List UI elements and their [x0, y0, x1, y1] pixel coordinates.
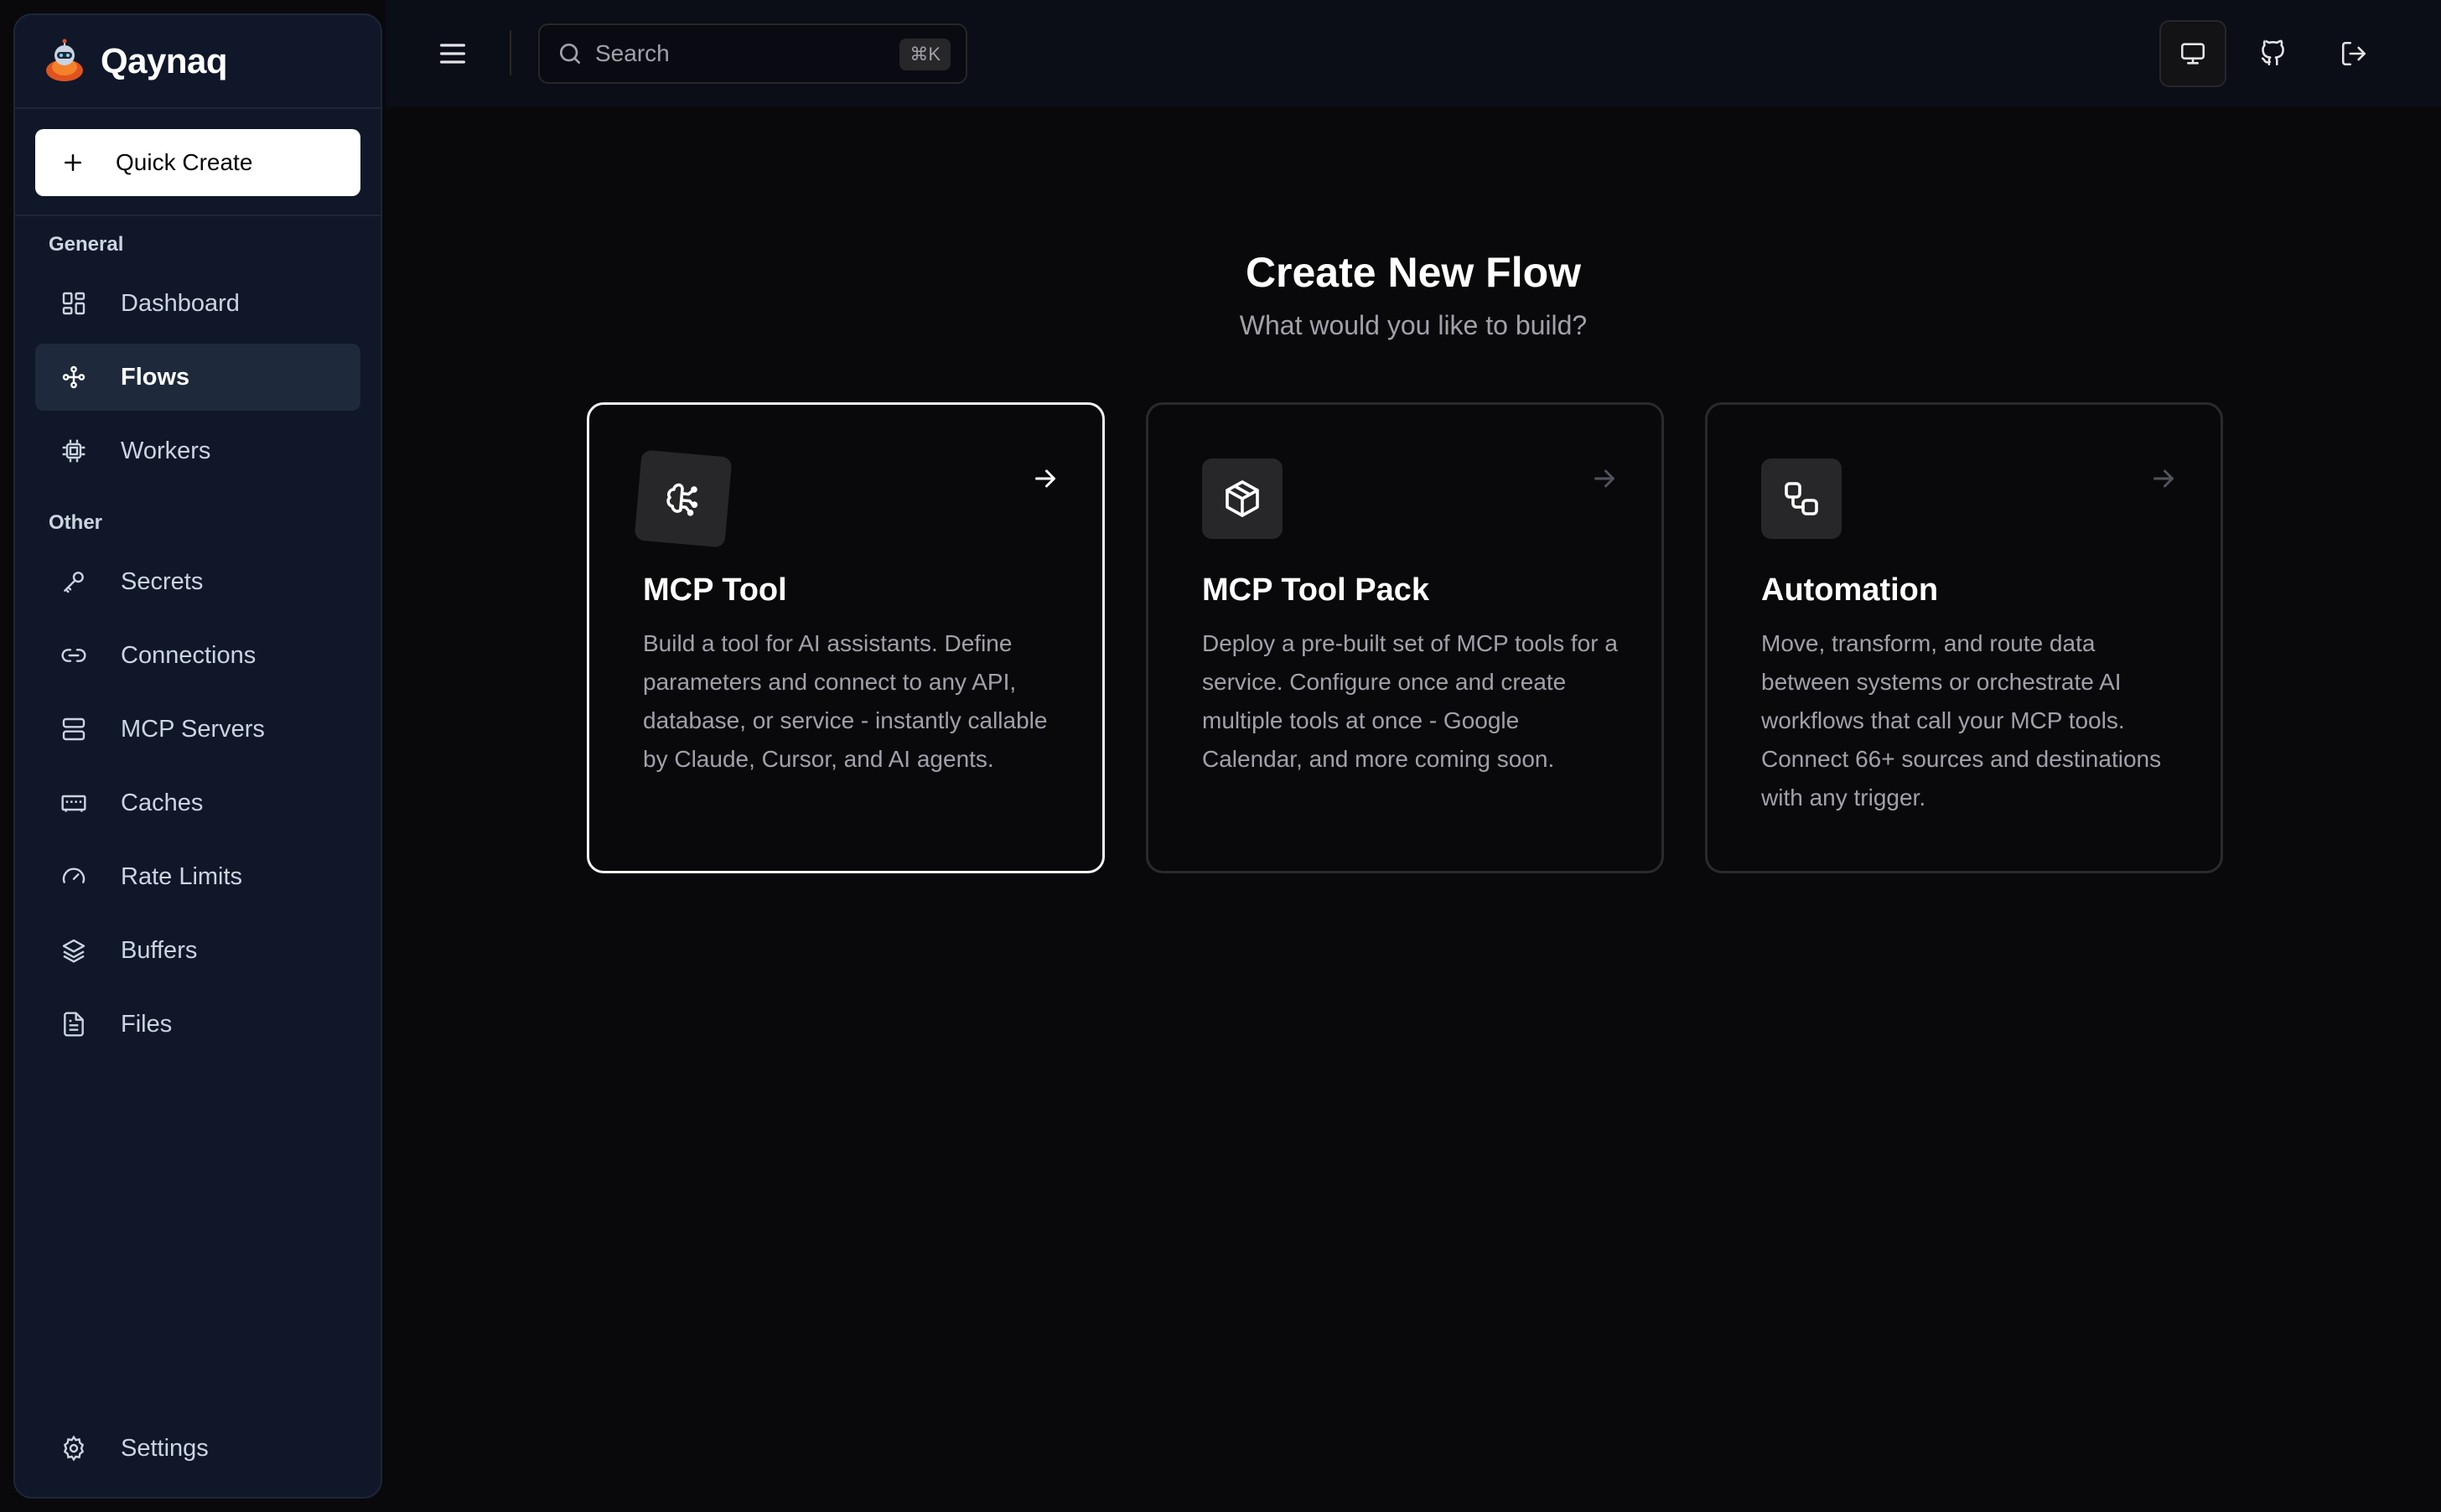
layers-icon: [62, 939, 86, 963]
search-icon: [560, 44, 580, 64]
memory-icon: [61, 795, 86, 812]
sidebar-item-label: Flows: [121, 363, 190, 391]
search-input[interactable]: Search ⌘K: [538, 23, 967, 84]
key-icon: [64, 572, 84, 593]
card-title: MCP Tool: [643, 572, 787, 608]
card-mcp-tool[interactable]: MCP Tool Build a tool for AI assistants.…: [587, 402, 1105, 873]
arrow-right-icon: [1035, 469, 1055, 488]
page-subtitle: What would you like to build?: [1239, 310, 1588, 340]
sidebar-item-label: Buffers: [121, 936, 198, 964]
card-title: MCP Tool Pack: [1202, 572, 1429, 608]
quick-create-label: Quick Create: [116, 149, 253, 175]
logout-button[interactable]: [2320, 20, 2387, 87]
brain-icon: [666, 483, 698, 516]
workflow-icon: [1785, 482, 1818, 515]
sidebar-item-connections[interactable]: Connections: [35, 622, 360, 689]
group-label-other: Other: [49, 511, 103, 534]
card-description: Build a tool for AI assistants. Define p…: [643, 630, 1048, 772]
brand-name: Qaynaq: [101, 41, 228, 80]
card-icon-tile: [634, 449, 733, 548]
gear-icon: [63, 1435, 85, 1462]
card-icon-tile: [1202, 458, 1283, 539]
sidebar-item-label: Secrets: [121, 567, 204, 595]
card-description: Deploy a pre-built set of MCP tools for …: [1202, 630, 1618, 772]
sidebar-item-workers[interactable]: Workers: [35, 417, 360, 484]
sidebar-item-dashboard[interactable]: Dashboard: [35, 270, 360, 337]
link-icon: [61, 649, 86, 662]
card-description: Move, transform, and route data between …: [1761, 630, 2162, 810]
logout-icon: [2341, 41, 2366, 66]
theme-toggle-button[interactable]: [2159, 20, 2226, 87]
sidebar-item-mcp-servers[interactable]: MCP Servers: [35, 696, 360, 763]
top-bar: Search ⌘K: [386, 0, 2441, 107]
server-icon: [62, 717, 86, 741]
page-title: Create New Flow: [1245, 249, 1582, 296]
sidebar-item-buffers[interactable]: Buffers: [35, 917, 360, 984]
flows-icon: [62, 365, 86, 389]
card-title: Automation: [1761, 572, 1939, 608]
card-automation[interactable]: Automation Move, transform, and route da…: [1705, 402, 2223, 873]
sidebar-item-settings[interactable]: Settings: [35, 1415, 360, 1482]
search-placeholder: Search: [595, 40, 670, 66]
sidebar-item-label: Settings: [121, 1434, 209, 1462]
cpu-icon: [62, 439, 86, 463]
sidebar-item-rate-limits[interactable]: Rate Limits: [35, 843, 360, 910]
card-mcp-tool-pack[interactable]: MCP Tool Pack Deploy a pre-built set of …: [1146, 402, 1664, 873]
sidebar: Qaynaq Quick Create General Dashboard Fl…: [13, 13, 382, 1499]
app-window: Qaynaq Quick Create General Dashboard Fl…: [0, 0, 2441, 1512]
sidebar-item-label: MCP Servers: [121, 715, 265, 743]
sidebar-item-flows[interactable]: Flows: [35, 344, 360, 411]
hamburger-icon: [440, 44, 465, 64]
dashboard-icon: [62, 292, 86, 315]
sidebar-item-label: Connections: [121, 641, 257, 669]
sidebar-item-caches[interactable]: Caches: [35, 769, 360, 836]
quick-create-button[interactable]: Quick Create: [35, 129, 360, 196]
sidebar-item-label: Rate Limits: [121, 862, 243, 890]
file-icon: [64, 1012, 84, 1037]
search-shortcut-badge: ⌘K: [899, 39, 951, 70]
github-icon: [2261, 39, 2284, 66]
package-icon: [1226, 480, 1259, 517]
sidebar-item-label: Workers: [121, 437, 211, 464]
arrow-right-icon: [1594, 469, 1614, 488]
monitor-icon: [2180, 43, 2205, 65]
quick-create-section: Quick Create: [15, 109, 381, 216]
sidebar-item-label: Dashboard: [121, 289, 240, 317]
sidebar-item-files[interactable]: Files: [35, 991, 360, 1058]
gauge-icon: [62, 867, 86, 883]
brand[interactable]: Qaynaq: [15, 15, 381, 109]
group-label-general: General: [49, 233, 124, 256]
sidebar-item-secrets[interactable]: Secrets: [35, 548, 360, 615]
plus-icon: [65, 154, 81, 171]
sidebar-item-label: Caches: [121, 789, 204, 816]
qaynaq-logo-icon: [46, 39, 83, 81]
menu-toggle-button[interactable]: [436, 37, 469, 70]
arrow-right-icon: [2153, 469, 2174, 488]
github-button[interactable]: [2240, 20, 2307, 87]
card-icon-tile: [1761, 458, 1842, 539]
sidebar-item-label: Files: [121, 1010, 173, 1038]
toolbar-divider: [510, 30, 511, 75]
